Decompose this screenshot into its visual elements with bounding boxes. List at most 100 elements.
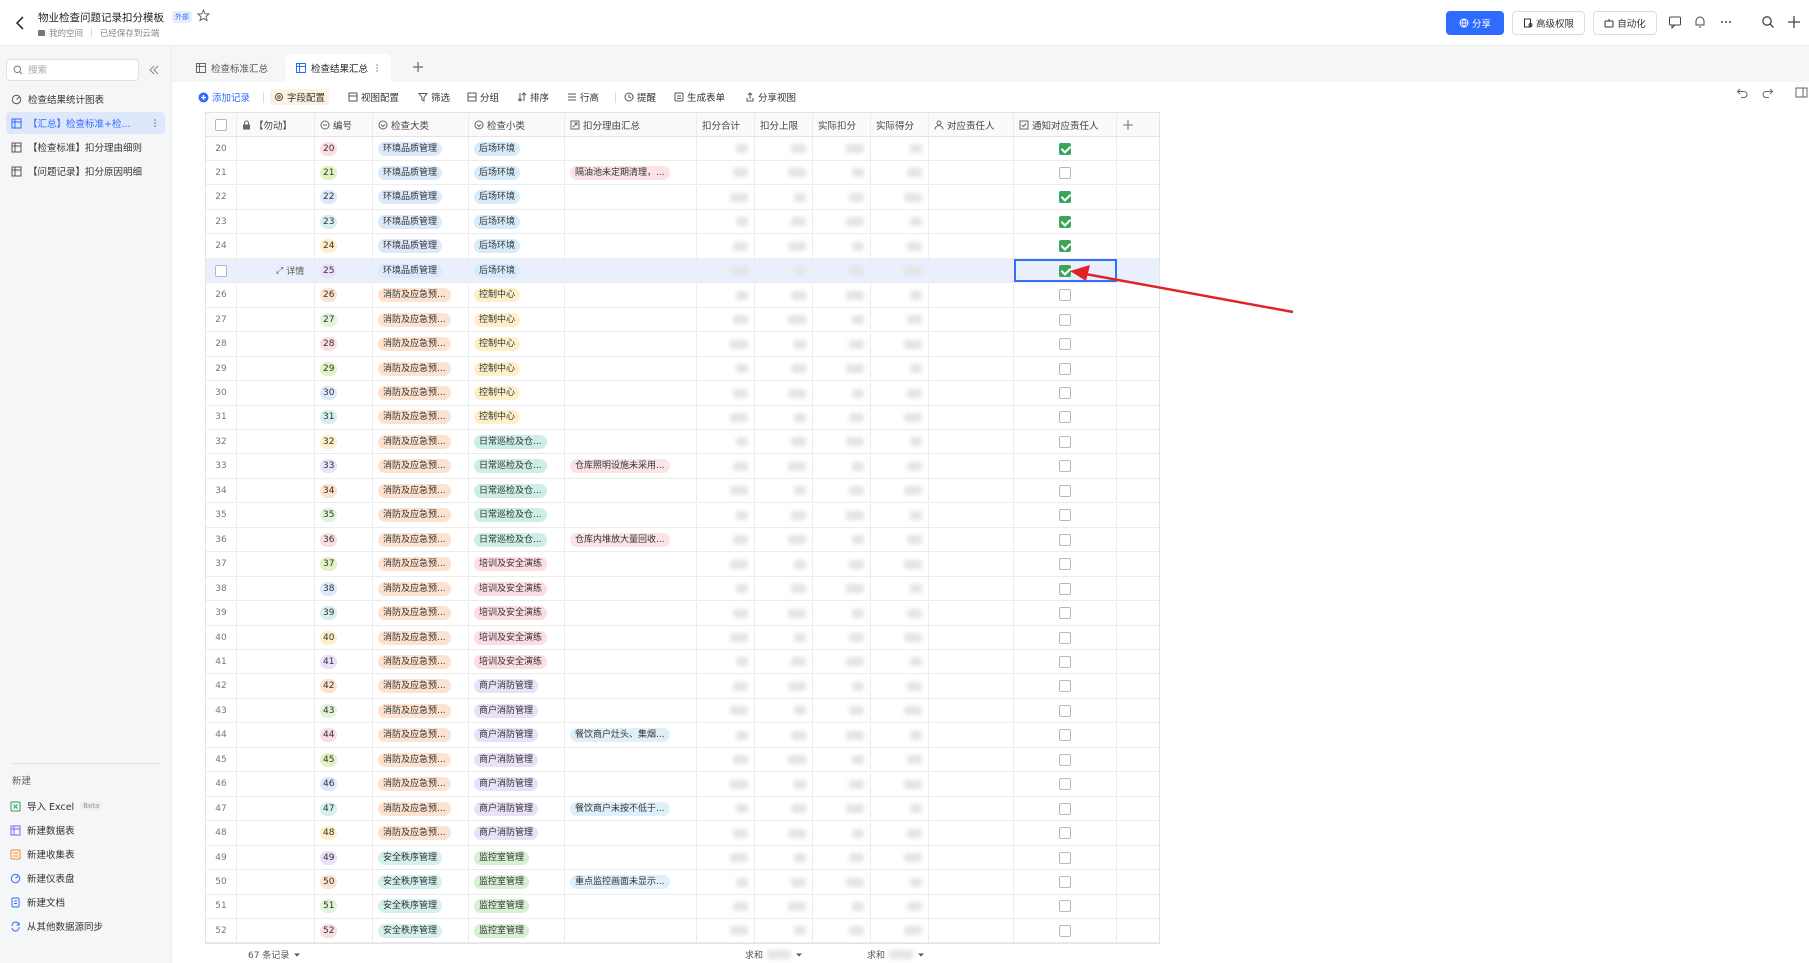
reason-summary-cell[interactable]: 仓库内堆放大量回收...: [565, 528, 697, 552]
actual-deduction-cell[interactable]: [813, 332, 871, 356]
column-header-number[interactable]: 编号: [315, 113, 373, 137]
reason-summary-cell[interactable]: [565, 846, 697, 870]
notify-checkbox[interactable]: [1059, 631, 1071, 644]
redo-icon[interactable]: [1761, 86, 1774, 99]
deduction-total-cell[interactable]: [697, 577, 755, 601]
deduction-total-cell[interactable]: [697, 405, 755, 429]
deduction-total-cell[interactable]: [697, 846, 755, 870]
table-row[interactable]: 52 52 安全秩序管理 监控室管理: [206, 919, 1159, 943]
big-category-cell[interactable]: 消防及应急预...: [373, 308, 469, 332]
tab-results-summary[interactable]: 检查结果汇总: [286, 54, 392, 82]
big-category-cell[interactable]: 消防及应急预...: [373, 454, 469, 478]
deduction-cap-cell[interactable]: [755, 846, 813, 870]
deduction-cap-cell[interactable]: [755, 259, 813, 283]
deduction-cap-cell[interactable]: [755, 699, 813, 723]
row-checkbox[interactable]: [215, 264, 227, 277]
actual-score-cell[interactable]: [871, 821, 929, 845]
notify-cell[interactable]: [1014, 699, 1117, 723]
star-icon[interactable]: [197, 9, 210, 22]
table-row[interactable]: 26 26 消防及应急预... 控制中心: [206, 283, 1159, 308]
small-category-cell[interactable]: 监控室管理: [469, 919, 565, 943]
big-category-cell[interactable]: 环境品质管理: [373, 185, 469, 209]
big-category-cell[interactable]: 消防及应急预...: [373, 626, 469, 649]
deduction-total-cell[interactable]: [697, 797, 755, 821]
actual-score-cell[interactable]: [871, 283, 929, 307]
deduction-cap-cell[interactable]: [755, 405, 813, 429]
responsible-person-cell[interactable]: [929, 748, 1014, 772]
deduction-cap-cell[interactable]: [755, 185, 813, 209]
notify-checkbox[interactable]: [1059, 435, 1071, 448]
deduction-cap-cell[interactable]: [755, 552, 813, 576]
notify-cell[interactable]: [1014, 870, 1117, 894]
actual-score-cell[interactable]: [871, 626, 929, 649]
responsible-person-cell[interactable]: [929, 674, 1014, 698]
deduction-cap-cell[interactable]: [755, 503, 813, 527]
big-category-cell[interactable]: 消防及应急预...: [373, 723, 469, 747]
actual-score-cell[interactable]: [871, 870, 929, 894]
big-category-cell[interactable]: 消防及应急预...: [373, 332, 469, 356]
table-row[interactable]: 28 28 消防及应急预... 控制中心: [206, 332, 1159, 357]
deduction-total-cell[interactable]: [697, 748, 755, 772]
small-category-cell[interactable]: 控制中心: [469, 405, 565, 429]
back-arrow-icon[interactable]: [14, 14, 28, 32]
deduction-cap-cell[interactable]: [755, 137, 813, 160]
small-category-cell[interactable]: 监控室管理: [469, 870, 565, 894]
deduction-cap-cell[interactable]: [755, 528, 813, 552]
actual-deduction-cell[interactable]: [813, 234, 871, 258]
reminder-button[interactable]: 提醒: [624, 89, 656, 105]
reason-summary-cell[interactable]: [565, 381, 697, 405]
actual-score-cell[interactable]: [871, 308, 929, 332]
actual-score-cell[interactable]: [871, 552, 929, 576]
reason-summary-cell[interactable]: [565, 772, 697, 796]
small-category-cell[interactable]: 控制中心: [469, 381, 565, 405]
actual-score-cell[interactable]: [871, 234, 929, 258]
notify-cell[interactable]: [1014, 894, 1117, 918]
actual-deduction-cell[interactable]: [813, 894, 871, 918]
responsible-person-cell[interactable]: [929, 699, 1014, 723]
big-category-cell[interactable]: 消防及应急预...: [373, 748, 469, 772]
record-count[interactable]: 67 条记录: [248, 948, 301, 961]
actual-score-cell[interactable]: [871, 503, 929, 527]
reason-summary-cell[interactable]: 重点监控画面未显示...: [565, 870, 697, 894]
small-category-cell[interactable]: 日常巡检及仓...: [469, 454, 565, 478]
deduction-cap-cell[interactable]: [755, 479, 813, 503]
new-form-button[interactable]: 新建收集表: [10, 844, 75, 864]
row-select-cell[interactable]: [206, 259, 237, 283]
notify-cell[interactable]: [1014, 234, 1117, 258]
reason-summary-cell[interactable]: [565, 552, 697, 576]
table-row[interactable]: 23 23 环境品质管理 后场环境: [206, 210, 1159, 235]
column-header-deduction-cap[interactable]: 扣分上限: [755, 113, 813, 137]
sidebar-item-records-table[interactable]: 【问题记录】扣分原因明细: [6, 160, 165, 182]
actual-score-cell[interactable]: [871, 797, 929, 821]
row-detail-cell[interactable]: ⤢详情+: [237, 259, 315, 283]
deduction-total-cell[interactable]: [697, 650, 755, 674]
reason-summary-cell[interactable]: [565, 894, 697, 918]
table-row[interactable]: 44 44 消防及应急预... 商户消防管理 餐饮商户灶头、集烟...: [206, 723, 1159, 748]
actual-deduction-cell[interactable]: [813, 601, 871, 625]
table-row[interactable]: 37 37 消防及应急预... 培训及安全演练: [206, 552, 1159, 577]
notify-cell[interactable]: [1014, 846, 1117, 870]
table-row[interactable]: 48 48 消防及应急预... 商户消防管理: [206, 821, 1159, 846]
column-header-lock[interactable]: 【勿动】: [237, 113, 315, 137]
table-row[interactable]: 22 22 环境品质管理 后场环境: [206, 185, 1159, 210]
big-category-cell[interactable]: 消防及应急预...: [373, 479, 469, 503]
deduction-total-cell[interactable]: [697, 430, 755, 454]
actual-score-cell[interactable]: [871, 650, 929, 674]
notify-cell[interactable]: [1014, 161, 1117, 185]
small-category-cell[interactable]: 控制中心: [469, 357, 565, 381]
table-row[interactable]: 31 31 消防及应急预... 控制中心: [206, 405, 1159, 430]
notify-cell[interactable]: [1014, 650, 1117, 674]
table-row[interactable]: 42 42 消防及应急预... 商户消防管理: [206, 674, 1159, 699]
table-row[interactable]: 50 50 安全秩序管理 监控室管理 重点监控画面未显示...: [206, 870, 1159, 895]
reason-summary-cell[interactable]: [565, 283, 697, 307]
deduction-cap-cell[interactable]: [755, 210, 813, 234]
actual-deduction-cell[interactable]: [813, 919, 871, 943]
big-category-cell[interactable]: 消防及应急预...: [373, 528, 469, 552]
reason-summary-cell[interactable]: [565, 137, 697, 160]
actual-score-cell[interactable]: [871, 332, 929, 356]
add-column-icon[interactable]: [1119, 116, 1137, 134]
sum-summary-1[interactable]: 求和: [745, 948, 803, 961]
column-header-small-category[interactable]: 检查小类: [469, 113, 565, 137]
notify-checkbox[interactable]: [1059, 680, 1071, 693]
sidebar-search[interactable]: [6, 59, 139, 81]
